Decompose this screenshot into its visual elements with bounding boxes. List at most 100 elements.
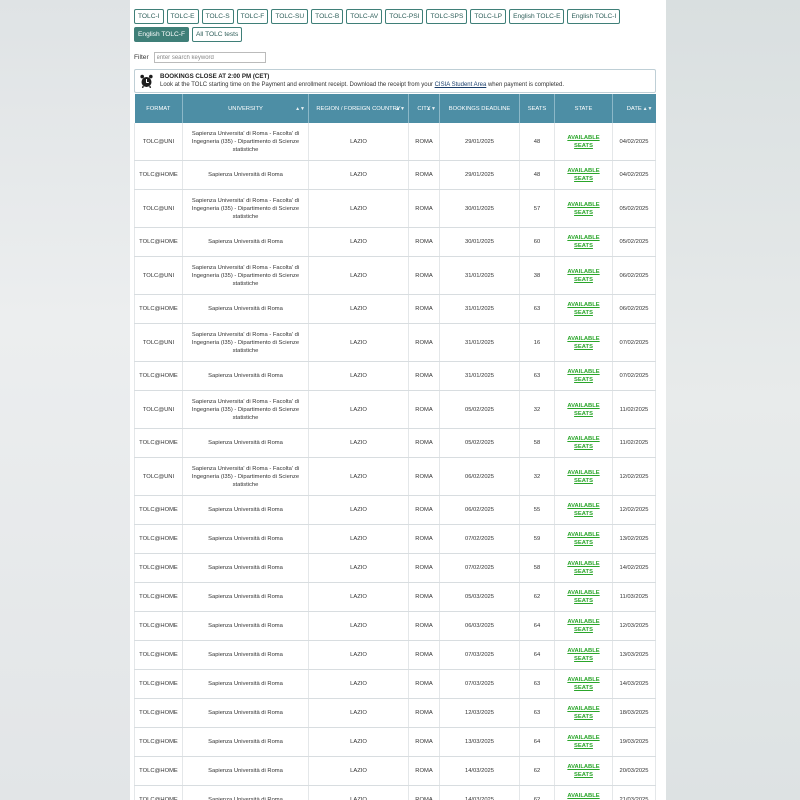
available-seats-link[interactable]: AVAILABLE SEATS [567, 532, 599, 546]
cell-state: AVAILABLE SEATS [554, 756, 613, 786]
cell-city: ROMA [408, 582, 440, 612]
tab-tolc-su[interactable]: TOLC-SU [271, 9, 309, 24]
search-input[interactable] [153, 52, 266, 63]
header-format[interactable]: FORMAT [134, 94, 183, 123]
cell-format: TOLC@UNI [134, 256, 183, 295]
cell-region: LAZIO [308, 582, 409, 612]
tab-tolc-i[interactable]: TOLC-I [134, 9, 164, 24]
available-seats-link[interactable]: AVAILABLE SEATS [567, 235, 599, 249]
cell-date: 12/02/2025 [612, 495, 656, 525]
cell-deadline: 31/01/2025 [439, 256, 520, 295]
header-date[interactable]: DATE ▲▼ [612, 94, 656, 123]
available-seats-link[interactable]: AVAILABLE SEATS [567, 135, 599, 149]
available-seats-link[interactable]: AVAILABLE SEATS [567, 336, 599, 350]
notice-title: BOOKINGS CLOSE AT 2:00 PM (CET) [160, 73, 270, 80]
table-row: TOLC@UNI Sapienza Universita' di Roma - F… [134, 323, 656, 362]
tab-tolc-lp[interactable]: TOLC-LP [470, 9, 507, 24]
available-seats-link[interactable]: AVAILABLE SEATS [567, 503, 599, 517]
available-seats-link[interactable]: AVAILABLE SEATS [567, 369, 599, 383]
cell-seats: 48 [519, 160, 555, 190]
available-seats-link[interactable]: AVAILABLE SEATS [567, 436, 599, 450]
header-state[interactable]: STATE [554, 94, 613, 123]
cell-seats: 63 [519, 698, 555, 728]
cell-format: TOLC@HOME [134, 227, 183, 257]
cell-seats: 64 [519, 640, 555, 670]
header-deadline-label: BOOKINGS DEADLINE [448, 105, 511, 112]
cell-date: 05/02/2025 [612, 189, 656, 228]
available-seats-link[interactable]: AVAILABLE SEATS [567, 403, 599, 417]
available-seats-link[interactable]: AVAILABLE SEATS [567, 764, 599, 778]
tab-tolc-b[interactable]: TOLC-B [311, 9, 344, 24]
header-seats-label: SEATS [527, 105, 547, 112]
table-row: TOLC@HOME Sapienza Università di Roma LAZI… [134, 227, 656, 257]
tab-tolc-sps[interactable]: TOLC-SPS [426, 9, 468, 24]
tolc-sessions-table-wrapper: FORMAT UNIVERSITY ▲▼ REGION / FOREIGN COU… [134, 94, 656, 800]
cell-region: LAZIO [308, 160, 409, 190]
cell-date: 04/02/2025 [612, 160, 656, 190]
available-seats-link[interactable]: AVAILABLE SEATS [567, 793, 599, 800]
filter-label: Filter [134, 54, 149, 62]
available-seats-link[interactable]: AVAILABLE SEATS [567, 269, 599, 283]
cell-region: LAZIO [308, 669, 409, 699]
cell-university: Sapienza Università di Roma [182, 669, 309, 699]
cell-region: LAZIO [308, 123, 409, 161]
header-university[interactable]: UNIVERSITY ▲▼ [182, 94, 309, 123]
cell-date: 13/03/2025 [612, 640, 656, 670]
cell-university: Sapienza Universita' di Roma - Facolta' … [182, 457, 309, 496]
available-seats-link[interactable]: AVAILABLE SEATS [567, 561, 599, 575]
cell-university: Sapienza Università di Roma [182, 495, 309, 525]
cell-date: 12/03/2025 [612, 611, 656, 641]
tab-tolc-s[interactable]: TOLC-S [201, 9, 234, 24]
header-university-label: UNIVERSITY [228, 105, 263, 112]
cell-format: TOLC@HOME [134, 698, 183, 728]
header-bookings-deadline[interactable]: BOOKINGS DEADLINE [439, 94, 520, 123]
cell-state: AVAILABLE SEATS [554, 640, 613, 670]
cell-city: ROMA [408, 698, 440, 728]
available-seats-link[interactable]: AVAILABLE SEATS [567, 735, 599, 749]
background-left [0, 0, 130, 800]
header-region[interactable]: REGION / FOREIGN COUNTRY ▲▼ [308, 94, 409, 123]
cell-seats: 57 [519, 189, 555, 228]
header-seats[interactable]: SEATS [519, 94, 555, 123]
cell-deadline: 14/03/2025 [439, 756, 520, 786]
cell-format: TOLC@HOME [134, 160, 183, 190]
available-seats-link[interactable]: AVAILABLE SEATS [567, 590, 599, 604]
cell-university: Sapienza Università di Roma [182, 785, 309, 800]
cell-university: Sapienza Università di Roma [182, 524, 309, 554]
cell-state: AVAILABLE SEATS [554, 582, 613, 612]
cell-city: ROMA [408, 524, 440, 554]
available-seats-link[interactable]: AVAILABLE SEATS [567, 202, 599, 216]
cell-region: LAZIO [308, 227, 409, 257]
student-area-link[interactable]: CISIA Student Area [435, 82, 487, 88]
cell-seats: 16 [519, 323, 555, 362]
bookings-notice: BOOKINGS CLOSE AT 2:00 PM (CET) Look at … [134, 69, 656, 93]
available-seats-link[interactable]: AVAILABLE SEATS [567, 706, 599, 720]
available-seats-link[interactable]: AVAILABLE SEATS [567, 470, 599, 484]
available-seats-link[interactable]: AVAILABLE SEATS [567, 168, 599, 182]
header-region-label: REGION / FOREIGN COUNTRY [316, 105, 401, 112]
tab-tolc-av[interactable]: TOLC-AV [346, 9, 383, 24]
cell-state: AVAILABLE SEATS [554, 727, 613, 757]
cell-seats: 58 [519, 428, 555, 458]
cell-state: AVAILABLE SEATS [554, 390, 613, 429]
tab-english-tolc-f[interactable]: English TOLC-F [134, 27, 190, 42]
tab-all-tolc-tests[interactable]: All TOLC tests [192, 27, 243, 42]
tab-tolc-e[interactable]: TOLC-E [166, 9, 199, 24]
header-city[interactable]: CITY ▲▼ [408, 94, 440, 123]
tab-tolc-psi[interactable]: TOLC-PSI [385, 9, 424, 24]
available-seats-link[interactable]: AVAILABLE SEATS [567, 619, 599, 633]
tab-english-tolc-e[interactable]: English TOLC-E [509, 9, 565, 24]
cell-city: ROMA [408, 553, 440, 583]
tab-tolc-f[interactable]: TOLC-F [236, 9, 269, 24]
tab-english-tolc-i[interactable]: English TOLC-I [567, 9, 621, 24]
available-seats-link[interactable]: AVAILABLE SEATS [567, 648, 599, 662]
cell-format: TOLC@UNI [134, 390, 183, 429]
cell-university: Sapienza Università di Roma [182, 727, 309, 757]
available-seats-link[interactable]: AVAILABLE SEATS [567, 302, 599, 316]
cell-state: AVAILABLE SEATS [554, 227, 613, 257]
cell-region: LAZIO [308, 524, 409, 554]
cell-deadline: 31/01/2025 [439, 294, 520, 324]
header-state-label: STATE [574, 105, 593, 112]
available-seats-link[interactable]: AVAILABLE SEATS [567, 677, 599, 691]
cell-format: TOLC@HOME [134, 640, 183, 670]
